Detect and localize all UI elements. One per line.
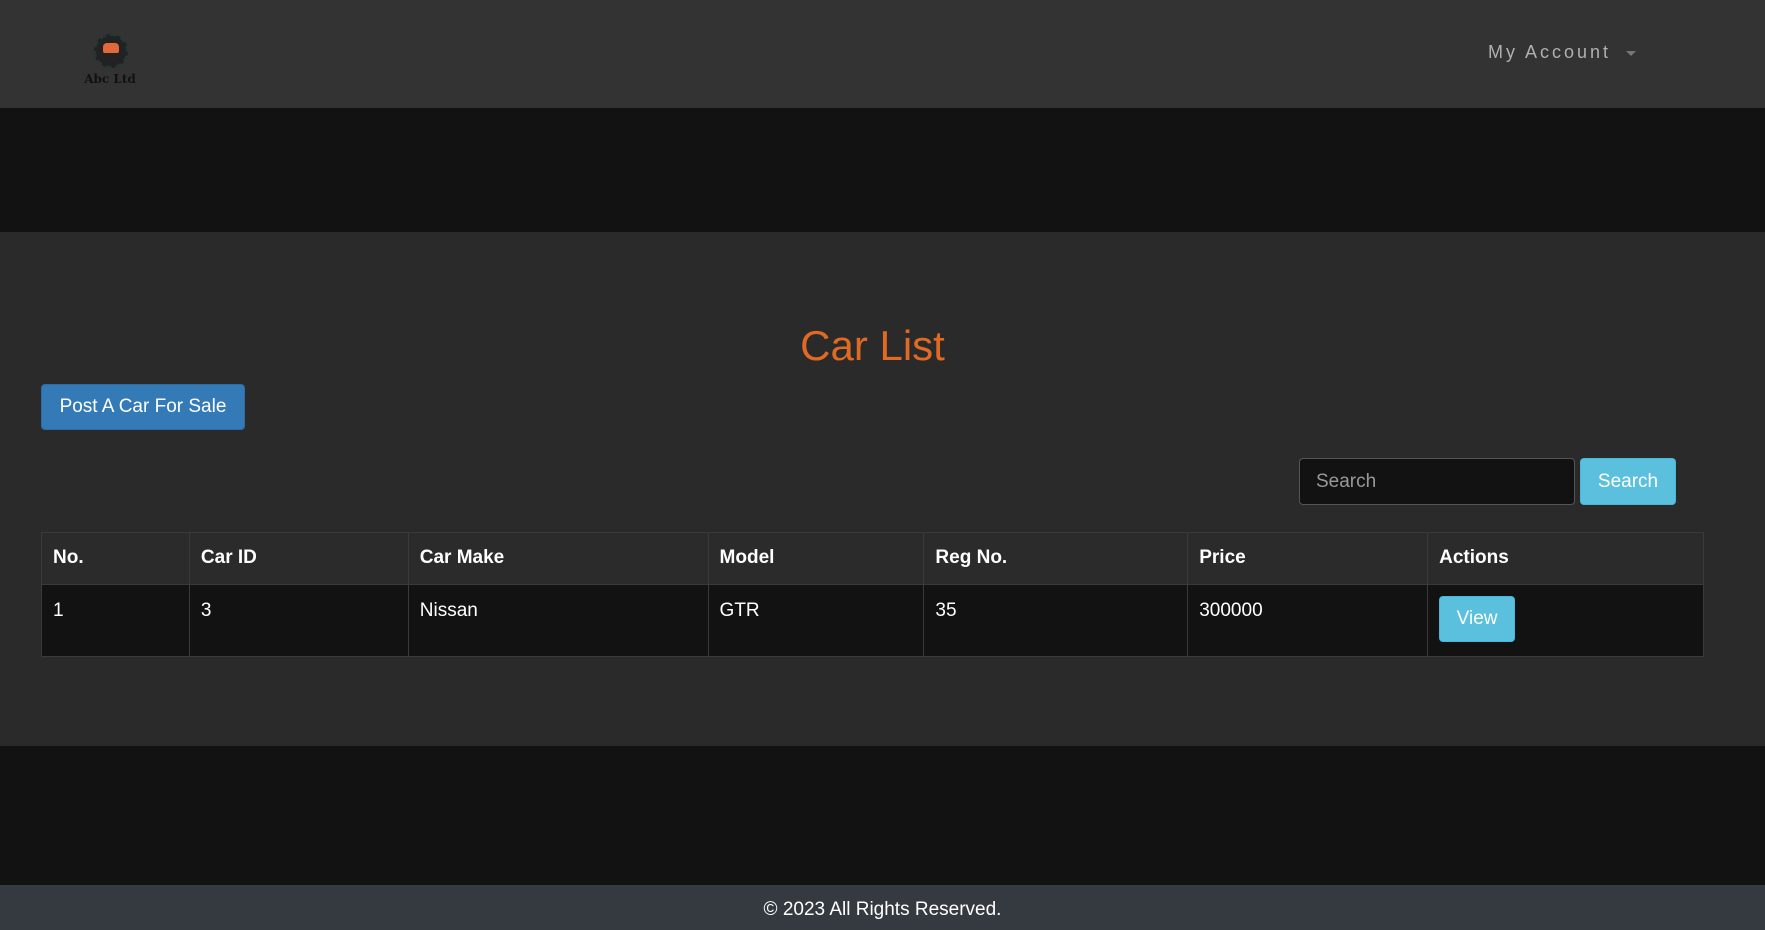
cell-no: 1 (41, 584, 190, 657)
company-logo[interactable]: Abc Ltd (80, 30, 140, 90)
bottom-band (0, 746, 1765, 885)
column-header-car-id: Car ID (188, 532, 409, 585)
column-header-price: Price (1187, 532, 1429, 585)
cell-actions: View (1427, 584, 1704, 657)
view-button[interactable]: View (1439, 596, 1516, 642)
cell-car-id: 3 (188, 584, 409, 657)
column-header-car-make: Car Make (407, 532, 709, 585)
table-row: 1 3 Nissan GTR 35 300000 View (41, 584, 1704, 657)
cell-price: 300000 (1187, 584, 1429, 657)
footer: © 2023 All Rights Reserved. (0, 885, 1765, 930)
table-header-row: No. Car ID Car Make Model Reg No. Price … (41, 532, 1704, 585)
column-header-reg-no: Reg No. (923, 532, 1189, 585)
column-header-actions: Actions (1427, 532, 1704, 585)
post-car-button[interactable]: Post A Car For Sale (41, 384, 245, 430)
car-table: No. Car ID Car Make Model Reg No. Price … (41, 532, 1704, 657)
column-header-no: No. (41, 532, 190, 585)
my-account-menu[interactable]: My Account (1488, 42, 1611, 63)
car-icon (103, 43, 119, 53)
top-band (0, 108, 1765, 232)
search-button[interactable]: Search (1580, 458, 1676, 505)
main-content: Car List Post A Car For Sale Search No. … (0, 232, 1765, 746)
page-title: Car List (800, 322, 945, 369)
cell-reg-no: 35 (923, 584, 1189, 657)
navbar: Abc Ltd My Account (0, 0, 1765, 108)
copyright-text: © 2023 All Rights Reserved. (763, 899, 1002, 920)
logo-text: Abc Ltd (84, 72, 136, 86)
search-input[interactable] (1299, 458, 1575, 505)
cell-car-make: Nissan (407, 584, 709, 657)
cell-model: GTR (707, 584, 925, 657)
chevron-down-icon[interactable] (1626, 51, 1636, 56)
column-header-model: Model (707, 532, 925, 585)
